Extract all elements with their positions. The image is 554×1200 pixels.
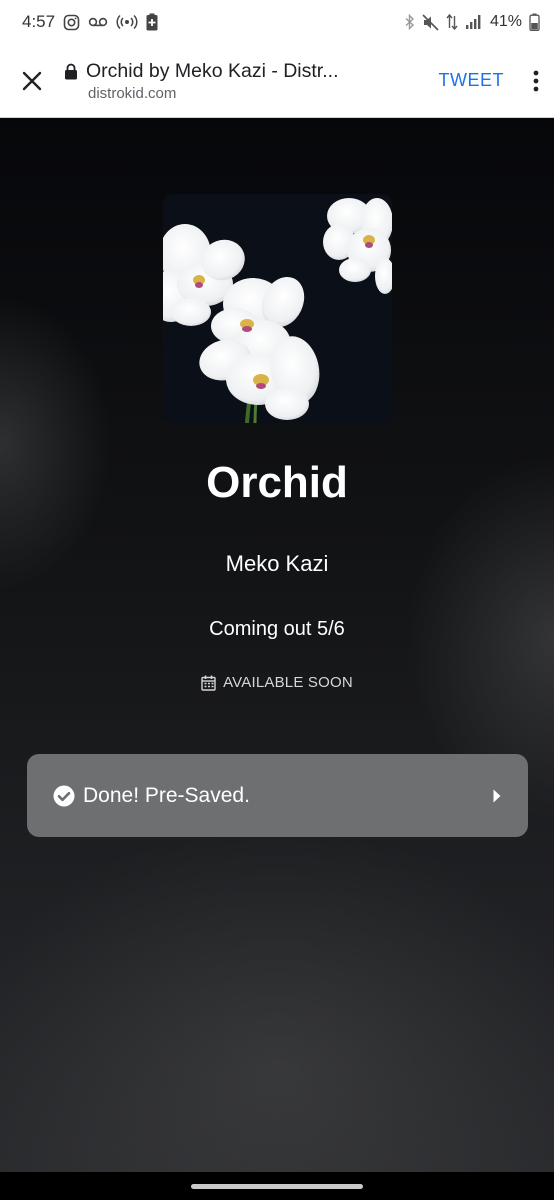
instagram-icon	[63, 14, 80, 31]
orchid-artwork-image	[163, 194, 392, 423]
signal-icon	[465, 14, 483, 30]
hotspot-icon	[116, 14, 138, 30]
system-nav-bar	[0, 1172, 554, 1200]
lock-icon	[64, 63, 78, 80]
check-circle-icon	[53, 785, 75, 807]
mute-icon	[422, 13, 439, 31]
browser-toolbar: Orchid by Meko Kazi - Distr... distrokid…	[0, 44, 554, 118]
presave-label: Done! Pre-Saved.	[83, 783, 250, 807]
presave-button[interactable]: Done! Pre-Saved.	[27, 754, 528, 837]
tweet-button[interactable]: TWEET	[429, 70, 519, 91]
battery-icon	[529, 13, 540, 31]
home-indicator[interactable]	[191, 1183, 363, 1189]
song-title: Orchid	[206, 458, 348, 507]
release-date: Coming out 5/6	[209, 618, 345, 640]
close-button[interactable]	[0, 44, 64, 118]
more-options-button[interactable]	[518, 44, 554, 118]
status-bar: 4:57 41%	[0, 0, 554, 44]
page-domain: distrokid.com	[88, 84, 177, 102]
calendar-icon	[201, 675, 216, 691]
battery-percent: 41%	[489, 13, 522, 30]
availability-status: AVAILABLE SOON	[0, 674, 554, 691]
album-artwork	[163, 194, 392, 423]
status-time: 4:57	[22, 12, 56, 31]
voicemail-icon	[88, 16, 108, 28]
battery-saver-icon	[146, 13, 158, 31]
play-arrow-icon	[492, 788, 502, 804]
url-bar[interactable]: Orchid by Meko Kazi - Distr... distrokid…	[64, 60, 429, 102]
release-page: Orchid Meko Kazi Coming out 5/6 AVAILABL…	[0, 118, 554, 1200]
bluetooth-icon	[405, 14, 415, 30]
more-vert-icon	[533, 70, 539, 91]
data-icon	[446, 13, 458, 31]
close-icon	[22, 71, 42, 90]
availability-label: AVAILABLE SOON	[223, 674, 353, 691]
artist-name: Meko Kazi	[225, 551, 329, 576]
page-title: Orchid by Meko Kazi - Distr...	[86, 59, 339, 82]
